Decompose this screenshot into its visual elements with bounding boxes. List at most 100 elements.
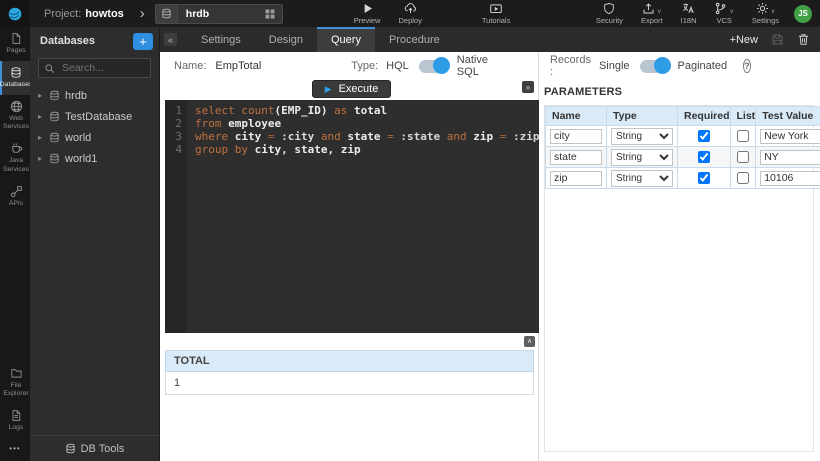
grid-view-icon[interactable] [264,8,276,20]
param-required-checkbox[interactable] [698,151,710,163]
topbar-action-label: Tutorials [482,16,510,25]
expand-params-icon[interactable]: » [522,81,534,93]
help-icon[interactable]: ? [743,59,751,73]
database-icon [49,111,60,122]
param-list-checkbox[interactable] [737,151,749,163]
new-query-button[interactable]: +New [730,34,758,46]
topbar-utility-actions: Security∨ExportI18N∨VCS∨Settings [587,2,788,25]
add-database-button[interactable]: + [133,33,153,50]
collapse-up-icon[interactable]: ∧ [524,336,535,347]
expand-caret-icon[interactable]: ▸ [38,133,48,142]
topbar-action-security[interactable]: Security [596,2,623,25]
database-icon [156,5,178,23]
database-list-item[interactable]: ▸world1 [30,148,159,169]
preview-icon [361,2,374,15]
settings-icon-wrap: ∨ [756,2,775,15]
query-name-value[interactable]: EmpTotal [215,60,261,72]
records-option-single[interactable]: Single [599,60,630,72]
parameter-row: String [546,168,820,189]
topbar-action-i18n[interactable]: I18N [681,2,697,25]
save-icon[interactable] [771,33,784,46]
topbar-nav-actions-2: Tutorials [473,2,519,25]
topbar-action-preview[interactable]: Preview [354,2,381,25]
query-header: Name: EmpTotal Type: HQL Native SQL Reco… [165,52,538,80]
sidebar-item-databases[interactable]: Databases [0,61,30,95]
parameter-row: String [546,126,820,147]
param-test-value-input[interactable] [760,129,820,144]
topbar-action-label: Security [596,16,623,25]
topbar-action-tutorials[interactable]: Tutorials [482,2,510,25]
database-search[interactable] [38,58,151,78]
param-name-input[interactable] [550,171,602,186]
project-name: howtos [85,8,124,20]
param-col-header: Type [607,107,678,126]
code-token: where [195,130,235,143]
tab-design[interactable]: Design [255,27,317,52]
topbar-action-export[interactable]: ∨Export [641,2,663,25]
settings-icon [756,2,769,15]
collapse-panel-icon[interactable]: « [164,33,177,46]
database-list-item[interactable]: ▸hrdb [30,85,159,106]
code-token: city [235,130,268,143]
topbar-action-settings[interactable]: ∨Settings [752,2,779,25]
param-test-value-input[interactable] [760,150,820,165]
editor-code[interactable]: select count(EMP_ID) as totalfrom employ… [187,100,539,333]
records-option-paginated[interactable]: Paginated [678,60,728,72]
code-token: and [321,130,348,143]
topbar-action-label: VCS [716,16,731,25]
topbar-action-deploy[interactable]: Deploy [398,2,421,25]
database-selector[interactable]: hrdb [155,4,283,24]
sidebar-item-file-explorer[interactable]: File Explorer [0,362,30,405]
code-token: :city [281,130,321,143]
type-option-hql[interactable]: HQL [386,60,409,72]
delete-icon[interactable] [797,33,810,46]
param-required-checkbox[interactable] [698,172,710,184]
expand-caret-icon[interactable]: ▸ [38,112,48,121]
type-option-native-sql[interactable]: Native SQL [457,54,488,78]
rail-spacer [0,214,30,362]
param-test-value-input[interactable] [760,171,820,186]
wavemaker-logo[interactable] [0,0,30,27]
user-avatar[interactable]: JS [794,5,812,23]
db-tools-button[interactable]: DB Tools [30,435,159,461]
param-type-select[interactable]: String [611,170,673,187]
database-list-item[interactable]: ▸TestDatabase [30,106,159,127]
expand-caret-icon[interactable]: ▸ [38,154,48,163]
pages-icon [10,32,22,45]
tab-settings[interactable]: Settings [187,27,255,52]
param-type-select[interactable]: String [611,149,673,166]
sidebar-item-label: APIs [9,200,23,209]
topbar-action-vcs[interactable]: ∨VCS [714,2,733,25]
expand-caret-icon[interactable]: ▸ [38,91,48,100]
execute-button[interactable]: ▶ Execute [312,80,392,98]
database-list-item[interactable]: ▸world [30,127,159,148]
sidebar-item-pages[interactable]: Pages [0,27,30,61]
param-name-input[interactable] [550,150,602,165]
tutorials-icon [489,2,503,15]
tab-query[interactable]: Query [317,27,375,52]
sql-code-editor[interactable]: 1234 select count(EMP_ID) as totalfrom e… [165,100,539,333]
database-search-input[interactable] [60,61,148,75]
param-list-cell [730,126,756,147]
rail-more-button[interactable]: ••• [0,438,30,461]
sidebar-item-java-services[interactable]: Java Services [0,137,30,180]
sidebar-item-logs[interactable]: Logs [0,404,30,438]
param-name-input[interactable] [550,129,602,144]
tab-procedure[interactable]: Procedure [375,27,454,52]
parameters-container: NameTypeRequiredListTest Value StringStr… [544,105,814,452]
param-test-value-cell [756,126,820,147]
param-list-checkbox[interactable] [737,130,749,142]
sidebar-item-apis[interactable]: APIs [0,180,30,214]
sidebar-item-web-services[interactable]: Web Services [0,95,30,138]
records-toggle[interactable] [640,60,669,73]
query-editor-column: Name: EmpTotal Type: HQL Native SQL Reco… [160,52,539,461]
param-type-select[interactable]: String [611,128,673,145]
param-required-checkbox[interactable] [698,130,710,142]
param-list-checkbox[interactable] [737,172,749,184]
i18n-icon-wrap [682,2,695,15]
code-token: as [334,104,347,117]
project-breadcrumb: Project:howtos [44,8,124,20]
type-toggle[interactable] [419,60,448,73]
code-token: = [500,130,513,143]
databases-panel-title: Databases [40,35,133,47]
